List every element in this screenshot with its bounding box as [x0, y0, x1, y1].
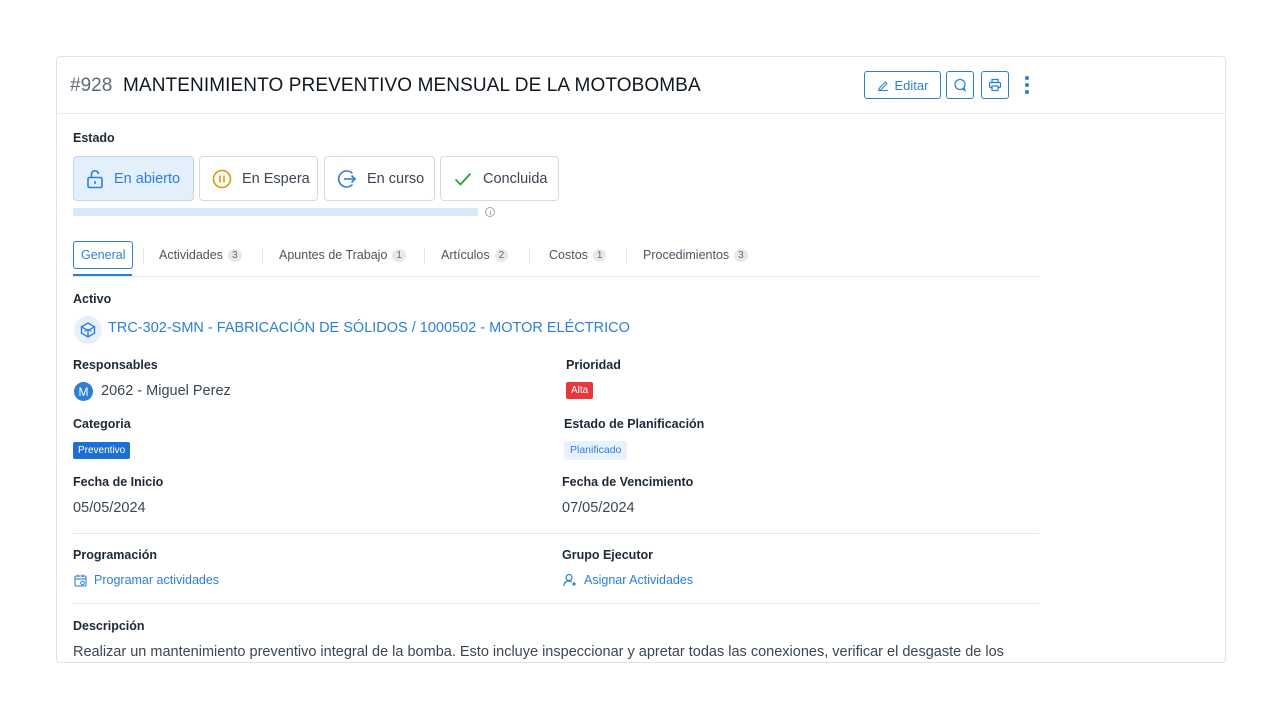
printer-icon [988, 78, 1002, 92]
avatar: M [74, 382, 93, 401]
status-label: En abierto [114, 170, 181, 187]
chat-icon [954, 78, 967, 92]
description-text: Realizar un mantenimiento preventivo int… [73, 644, 1004, 660]
tab-apuntes-de-trabajo[interactable]: Apuntes de Trabajo 1 [279, 241, 406, 269]
calendar-icon [74, 574, 87, 587]
status-en-curso-button[interactable]: En curso [324, 156, 435, 201]
check-icon [454, 172, 472, 186]
fecha-inicio-label: Fecha de Inicio [73, 475, 164, 489]
schedule-activities-link[interactable]: Programar actividades [74, 573, 219, 587]
planificacion-label: Estado de Planificación [564, 417, 705, 431]
estado-label: Estado [73, 131, 115, 145]
asset-icon [74, 316, 102, 344]
more-vertical-icon [1025, 76, 1029, 80]
count-badge: 3 [227, 248, 242, 262]
count-badge: 1 [392, 248, 406, 262]
work-order-title: MANTENIMIENTO PREVENTIVO MENSUAL DE LA M… [123, 75, 701, 96]
grupo-ejecutor-label: Grupo Ejecutor [562, 548, 653, 562]
activo-label: Activo [73, 292, 112, 306]
active-tab-indicator [73, 274, 132, 276]
work-order-card: #928 MANTENIMIENTO PREVENTIVO MENSUAL DE… [56, 56, 1226, 663]
info-icon[interactable] [485, 207, 495, 217]
edit-button-label: Editar [894, 77, 929, 93]
planning-status-badge: Planificado [564, 441, 628, 460]
detail-tabs: General Actividades 3 Apuntes de Trabajo… [73, 240, 1039, 277]
fecha-inicio-value: 05/05/2024 [73, 500, 146, 516]
programacion-label: Programación [73, 548, 158, 562]
fecha-vencimiento-label: Fecha de Vencimiento [562, 475, 694, 489]
comments-button[interactable] [946, 71, 974, 99]
tab-costos[interactable]: Costos 1 [549, 241, 607, 269]
unlock-icon [87, 169, 103, 188]
status-concluida-button[interactable]: Concluida [440, 156, 559, 201]
category-badge: Preventivo [73, 442, 131, 459]
status-progress-fill [73, 208, 478, 216]
tab-articulos[interactable]: Artículos 2 [441, 241, 509, 269]
tab-actividades[interactable]: Actividades 3 [159, 241, 242, 269]
categoria-label: Categoria [73, 417, 131, 431]
tab-general[interactable]: General [73, 241, 134, 269]
arrow-right-circle-icon [337, 169, 357, 188]
status-progress-bar [73, 208, 478, 216]
count-badge: 3 [734, 248, 748, 262]
asset-link[interactable]: TRC-302-SMN - FABRICACIÓN DE SÓLIDOS / 1… [108, 320, 630, 336]
fecha-vencimiento-value: 07/05/2024 [562, 500, 635, 516]
status-en-abierto-button[interactable]: En abierto [73, 156, 194, 201]
pencil-icon [877, 81, 888, 91]
work-order-number: #928 [70, 75, 113, 96]
status-en-espera-button[interactable]: En Espera [199, 156, 318, 201]
section-divider [73, 603, 1039, 604]
status-label: En curso [367, 170, 425, 187]
responsable-value: 2062 - Miguel Perez [101, 383, 231, 399]
section-divider [73, 533, 1039, 534]
descripcion-label: Descripción [73, 619, 145, 633]
count-badge: 2 [494, 248, 509, 262]
edit-button[interactable]: Editar [864, 71, 941, 99]
responsables-label: Responsables [73, 358, 158, 372]
priority-badge: Alta [566, 382, 594, 399]
print-button[interactable] [981, 71, 1009, 99]
status-label: Concluida [483, 170, 548, 187]
status-label: En Espera [242, 170, 310, 187]
assign-activities-link[interactable]: Asignar Actividades [563, 573, 693, 587]
work-order-header: #928 MANTENIMIENTO PREVENTIVO MENSUAL DE… [57, 57, 1225, 114]
count-badge: 1 [592, 248, 607, 262]
pause-circle-icon [212, 169, 232, 188]
more-options-button[interactable] [1015, 71, 1039, 99]
user-add-icon [563, 573, 576, 587]
tab-procedimientos[interactable]: Procedimientos 3 [643, 241, 748, 269]
prioridad-label: Prioridad [566, 358, 621, 372]
